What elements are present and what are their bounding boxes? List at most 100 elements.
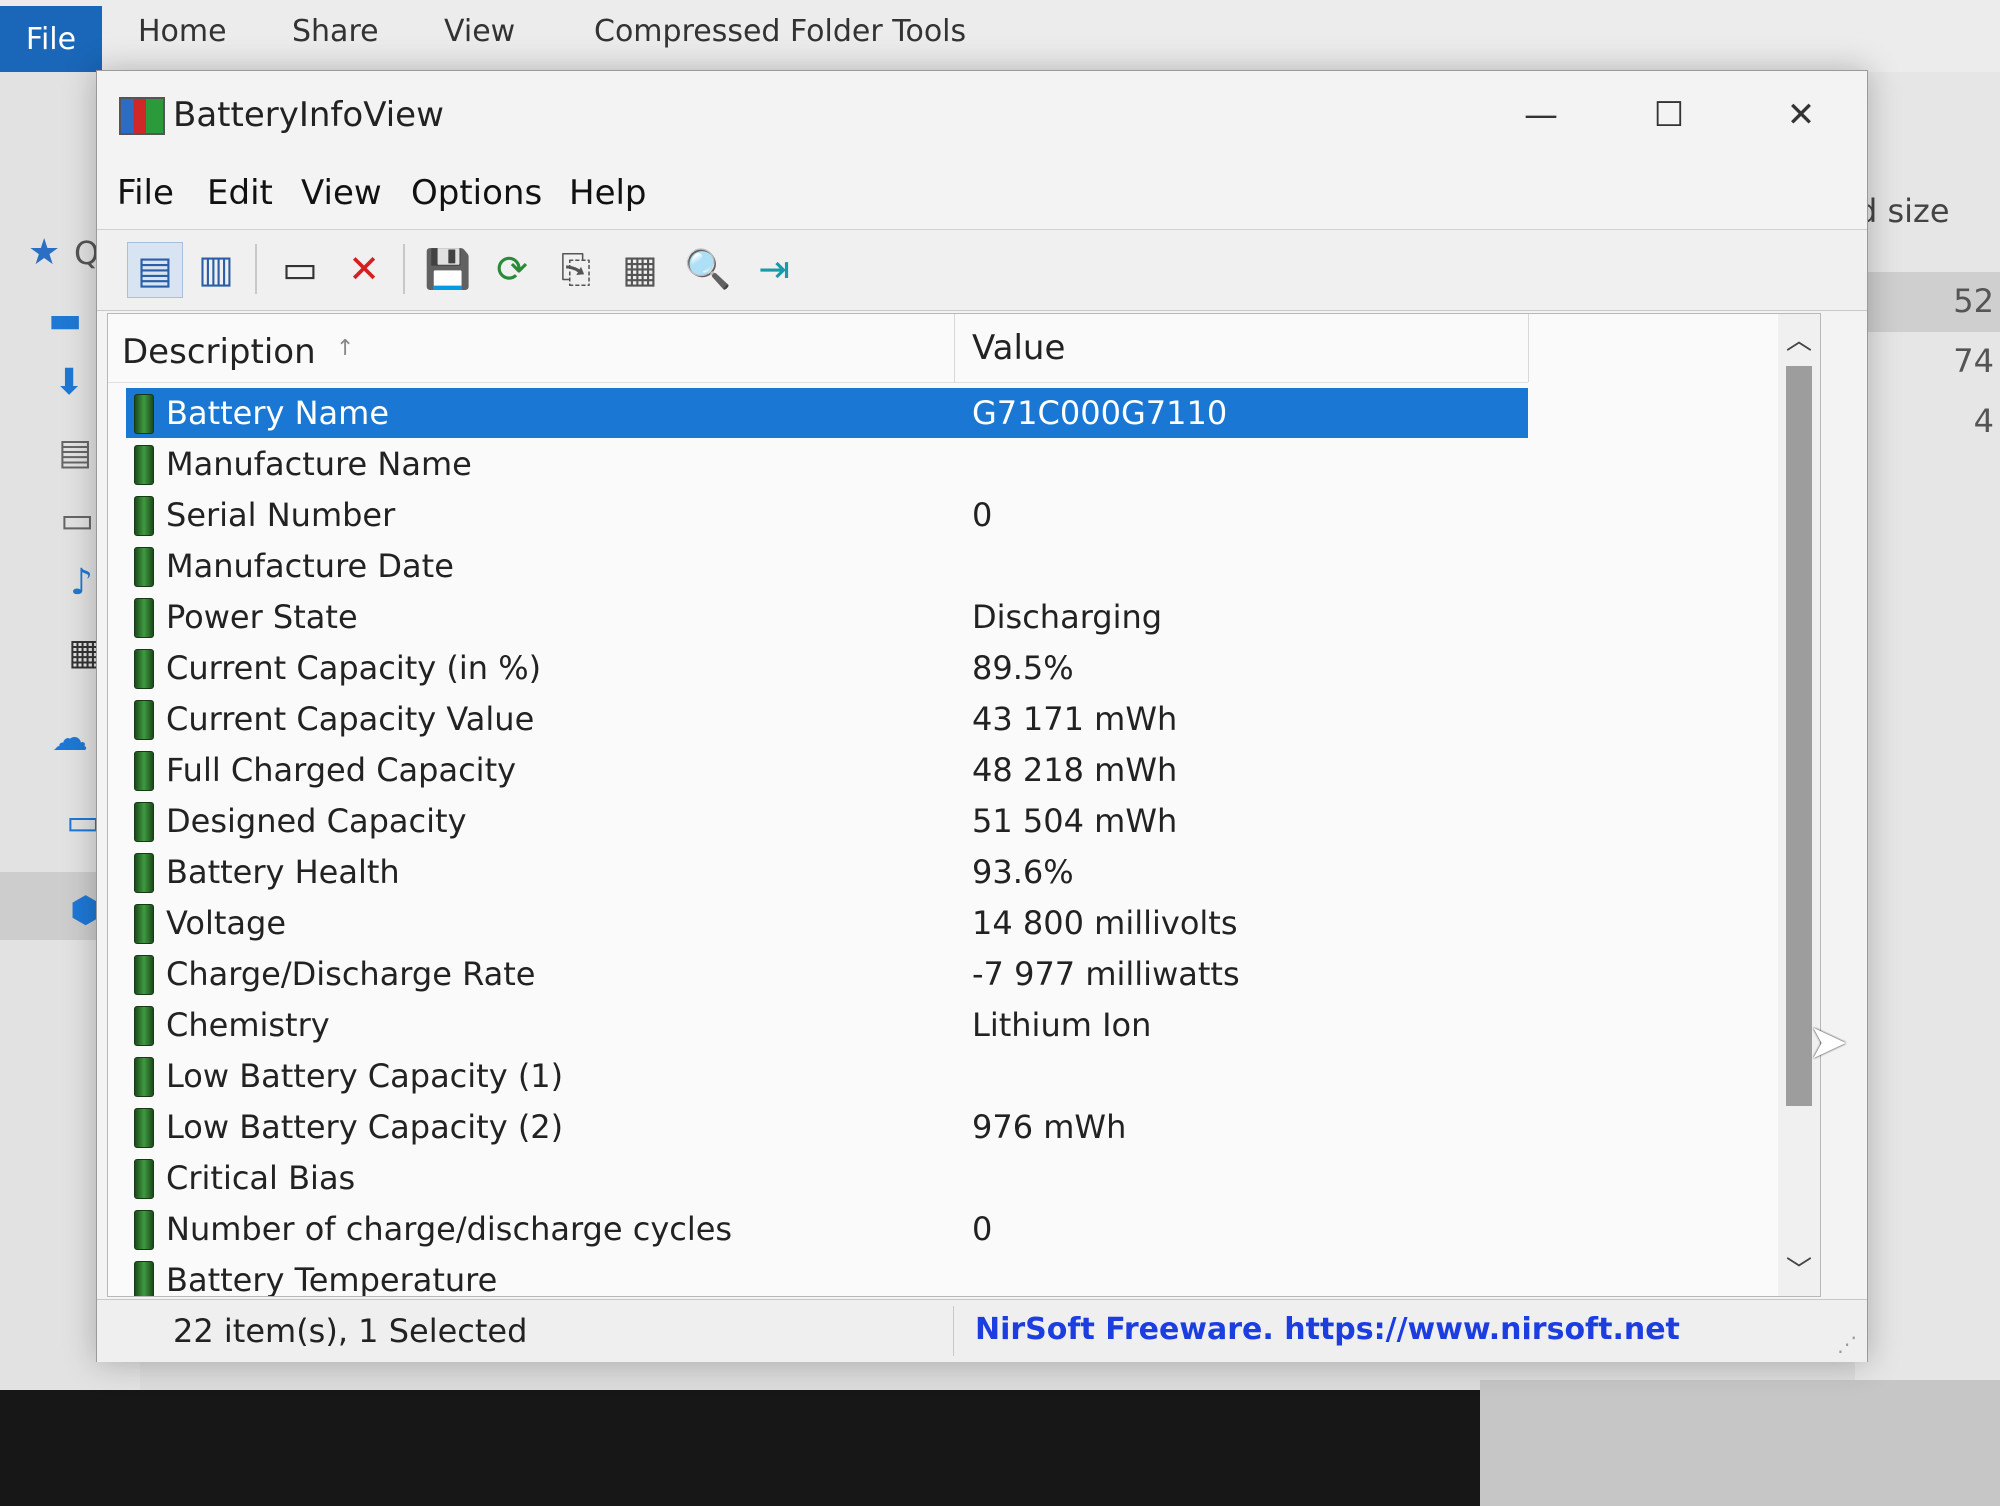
list-row[interactable]: Battery Temperature xyxy=(126,1255,1528,1297)
vertical-scrollbar[interactable]: ︿ ﹀ xyxy=(1778,314,1820,1296)
menu-edit[interactable]: Edit xyxy=(207,173,273,213)
row-value: 976 mWh xyxy=(972,1108,1127,1146)
row-description: Low Battery Capacity (2) xyxy=(166,1108,564,1146)
list-row[interactable]: Manufacture Date xyxy=(126,541,1528,591)
ribbon-tab-home[interactable]: Home xyxy=(138,14,227,49)
row-value: 48 218 mWh xyxy=(972,751,1178,789)
list-row[interactable]: Battery Health 93.6% xyxy=(126,847,1528,897)
row-value: 89.5% xyxy=(972,649,1074,687)
documents-icon[interactable]: ▤ xyxy=(58,432,92,473)
row-value: -7 977 milliwatts xyxy=(972,955,1240,993)
battery-icon xyxy=(134,853,154,893)
column-header-description[interactable]: Description xyxy=(122,332,316,372)
ribbon-tab-view[interactable]: View xyxy=(444,14,515,49)
quick-access-star-icon[interactable]: ★ xyxy=(28,232,60,273)
delete-icon[interactable]: ✕ xyxy=(337,242,391,296)
list-row[interactable]: Critical Bias xyxy=(126,1153,1528,1203)
row-description: Battery Health xyxy=(166,853,400,891)
row-description: Chemistry xyxy=(166,1006,330,1044)
title-bar[interactable]: BatteryInfoView — ☐ ✕ xyxy=(97,71,1867,161)
maximize-button[interactable]: ☐ xyxy=(1629,85,1709,145)
column-header-size[interactable]: d size xyxy=(1857,192,1950,230)
ribbon-tab-compressed-folder-tools[interactable]: Compressed Folder Tools xyxy=(594,14,966,49)
file-size-value: 4 xyxy=(1973,402,1994,440)
list-row[interactable]: Number of charge/discharge cycles 0 xyxy=(126,1204,1528,1254)
toolbar: ▤ ▥ ▭ ✕ 💾 ⟳ ⎘ ▦ 🔍 ⇥ xyxy=(97,229,1867,311)
column-divider[interactable] xyxy=(954,314,955,382)
resize-grip-icon[interactable]: ⋰ xyxy=(1837,1332,1857,1356)
row-description: Full Charged Capacity xyxy=(166,751,517,789)
save-icon[interactable]: 💾 xyxy=(421,242,475,296)
list-header: Description ↑ Value xyxy=(108,314,1529,383)
properties-icon[interactable]: ▤ xyxy=(127,242,183,298)
mouse-cursor-icon: ➤ xyxy=(1808,1014,1849,1070)
menu-help[interactable]: Help xyxy=(569,173,647,213)
desk-background-right xyxy=(1480,1380,2000,1506)
exit-icon[interactable]: ⇥ xyxy=(747,242,801,296)
scroll-down-icon[interactable]: ﹀ xyxy=(1778,1250,1820,1290)
column-header-value[interactable]: Value xyxy=(972,328,1065,368)
list-row[interactable]: Low Battery Capacity (1) xyxy=(126,1051,1528,1101)
find-icon[interactable]: 🔍 xyxy=(681,242,735,296)
row-value: 51 504 mWh xyxy=(972,802,1178,840)
battery-icon xyxy=(134,904,154,944)
scroll-up-icon[interactable]: ︿ xyxy=(1778,320,1820,360)
list-row[interactable]: Full Charged Capacity 48 218 mWh xyxy=(126,745,1528,795)
music-icon[interactable]: ♪ xyxy=(70,562,93,603)
nirsoft-link[interactable]: NirSoft Freeware. https://www.nirsoft.ne… xyxy=(975,1312,1680,1347)
ribbon-tab-share[interactable]: Share xyxy=(292,14,379,49)
ribbon-file-tab[interactable]: File xyxy=(0,6,102,72)
battery-log-icon[interactable]: ▥ xyxy=(189,242,243,296)
list-row[interactable]: Power State Discharging xyxy=(126,592,1528,642)
row-description: Manufacture Date xyxy=(166,547,454,585)
copy-icon[interactable]: ⎘ xyxy=(549,242,603,296)
list-row[interactable]: Low Battery Capacity (2) 976 mWh xyxy=(126,1102,1528,1152)
html-report-icon[interactable]: ▦ xyxy=(613,242,667,296)
scrollbar-thumb[interactable] xyxy=(1786,366,1812,1106)
list-row[interactable]: Chemistry Lithium Ion xyxy=(126,1000,1528,1050)
battery-icon xyxy=(134,700,154,740)
battery-icon xyxy=(134,1108,154,1148)
battery-icon xyxy=(134,598,154,638)
list-row[interactable]: Current Capacity Value 43 171 mWh xyxy=(126,694,1528,744)
list-row[interactable]: Serial Number 0 xyxy=(126,490,1528,540)
list-row[interactable]: Voltage 14 800 millivolts xyxy=(126,898,1528,948)
battery-icon xyxy=(134,547,154,587)
this-pc-icon[interactable]: ▭ xyxy=(66,802,100,843)
row-description: Charge/Discharge Rate xyxy=(166,955,536,993)
onedrive-icon[interactable]: ☁ xyxy=(52,718,88,759)
row-description: Manufacture Name xyxy=(166,445,472,483)
explorer-file-list: d size 52 74 4 xyxy=(1855,72,2000,1392)
row-description: Voltage xyxy=(166,904,287,942)
list-row[interactable]: Manufacture Name xyxy=(126,439,1528,489)
close-button[interactable]: ✕ xyxy=(1761,85,1841,145)
window-title: BatteryInfoView xyxy=(173,95,444,135)
list-row[interactable]: Current Capacity (in %) 89.5% xyxy=(126,643,1528,693)
row-value: 14 800 millivolts xyxy=(972,904,1238,942)
battery-icon xyxy=(134,649,154,689)
toolbar-separator xyxy=(403,244,405,294)
log-window-icon[interactable]: ▭ xyxy=(273,242,327,296)
file-size-value: 52 xyxy=(1953,282,1994,320)
list-row[interactable]: Designed Capacity 51 504 mWh xyxy=(126,796,1528,846)
column-divider[interactable] xyxy=(1528,314,1529,382)
downloads-icon[interactable]: ⬇ xyxy=(54,362,84,403)
refresh-icon[interactable]: ⟳ xyxy=(485,242,539,296)
menu-file[interactable]: File xyxy=(117,173,174,213)
status-divider xyxy=(953,1306,954,1356)
row-description: Serial Number xyxy=(166,496,396,534)
battery-icon xyxy=(134,1006,154,1046)
list-row[interactable]: Battery Name G71C000G7110 xyxy=(126,388,1528,438)
menu-view[interactable]: View xyxy=(301,173,382,213)
pictures-icon[interactable]: ▭ xyxy=(60,500,94,541)
desktop-icon[interactable]: ▬ xyxy=(48,300,82,341)
menu-bar: File Edit View Options Help xyxy=(97,161,1867,229)
list-row[interactable]: Charge/Discharge Rate -7 977 milliwatts xyxy=(126,949,1528,999)
row-description: Battery Temperature xyxy=(166,1261,498,1297)
menu-options[interactable]: Options xyxy=(411,173,542,213)
row-description: Critical Bias xyxy=(166,1159,356,1197)
minimize-button[interactable]: — xyxy=(1501,85,1581,145)
battery-info-list[interactable]: Description ↑ Value Battery Name G71C000G… xyxy=(107,313,1821,1297)
battery-icon xyxy=(134,1159,154,1199)
row-description: Current Capacity (in %) xyxy=(166,649,542,687)
